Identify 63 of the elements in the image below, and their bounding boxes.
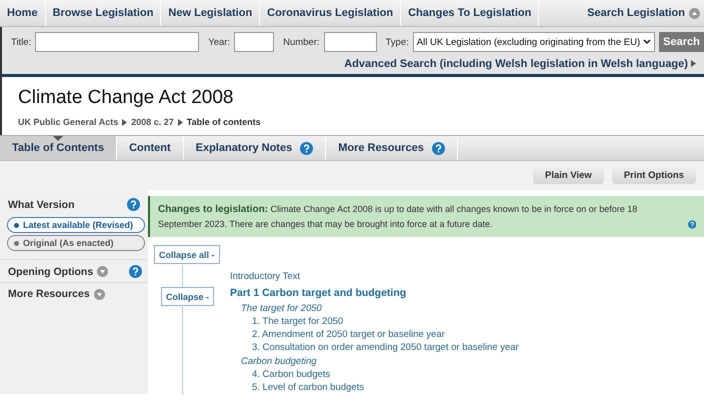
section-link[interactable]: 5. Level of carbon budgets [252, 381, 519, 394]
collapse-all-button[interactable]: Collapse all - [154, 245, 220, 264]
type-dropdown[interactable]: All UK Legislation (excluding originating from the EU) [412, 32, 656, 52]
breadcrumb-link[interactable]: 2008 c. 27 [131, 117, 174, 127]
field-label: Title: [11, 36, 32, 48]
section-link[interactable]: 3. Consultation on order amending 2050 target or baseline year [252, 341, 519, 354]
nav-link[interactable]: New Legislation [161, 0, 260, 26]
advanced-search-link[interactable]: Advanced Search (including Welsh legislation in Welsh language) [6, 58, 696, 70]
bullet-icon [14, 222, 19, 228]
field-label: Year: [208, 36, 230, 48]
nav-link[interactable]: Changes To Legislation [401, 0, 540, 26]
field-label: Type: [386, 36, 409, 48]
arrow-icon [691, 60, 696, 67]
toolbar-button[interactable]: Print Options [612, 167, 696, 184]
version-label: Original (As enacted) [23, 238, 114, 248]
section-link[interactable]: 2. Amendment of 2050 target or baseline year [252, 328, 519, 341]
tab-label: Table of Contents [12, 142, 104, 154]
arrow-icon [178, 118, 183, 126]
section-label: More Resources [8, 288, 90, 300]
section-link[interactable]: 1. The target for 2050 [252, 315, 519, 328]
page-title: Climate Change Act 2008 [18, 87, 234, 109]
caret-icon [94, 288, 105, 300]
banner-text: Changes to legislation: Climate Change Act 2008 is up to date with all changes known to be in force on or before 18 September 2023. There are changes that may be brought into force at a future date. [158, 203, 638, 231]
toolbar-button[interactable]: Plain View [533, 167, 604, 184]
tab[interactable]: Table of Contents [0, 136, 118, 160]
crossheading-link[interactable]: The target for 2050 [241, 303, 519, 314]
help-icon[interactable] [300, 142, 314, 154]
part-heading-link[interactable]: Part 1 Carbon target and budgeting [230, 287, 519, 299]
caret-icon [97, 266, 108, 277]
help-icon[interactable] [129, 265, 142, 278]
help-icon[interactable] [688, 218, 696, 231]
input-field[interactable] [324, 32, 377, 52]
breadcrumb-link[interactable]: UK Public General Acts [18, 117, 118, 127]
bullet-icon [14, 240, 19, 246]
help-icon[interactable] [127, 198, 140, 211]
version-option[interactable]: Original (As enacted) [7, 235, 145, 251]
section-link[interactable]: 4. Carbon budgets [252, 368, 519, 381]
contents-link[interactable]: Introductory Text [230, 271, 519, 282]
field-label: Number: [283, 36, 320, 48]
sidebar-heading: What Version [8, 198, 75, 210]
tab-label: More Resources [338, 142, 424, 154]
caret-icon [689, 8, 700, 18]
sidebar-section-link[interactable]: More Resources [8, 288, 105, 300]
nav-link[interactable]: Browse Legislation [46, 0, 162, 26]
tab[interactable]: More Resources [326, 136, 458, 160]
tab-label: Content [129, 142, 171, 154]
nav-link[interactable]: Home [0, 0, 46, 26]
version-label: Latest available (Revised) [23, 220, 134, 230]
version-option[interactable]: Latest available (Revised) [7, 217, 145, 233]
arrow-icon [122, 118, 128, 126]
chevron-icon [643, 39, 652, 45]
help-icon[interactable] [432, 142, 445, 154]
search-legislation-link[interactable]: Search Legislation [581, 0, 704, 26]
search-button[interactable]: Search [659, 32, 704, 52]
nav-link[interactable]: Coronavirus Legislation [260, 0, 402, 26]
tab-label: Explanatory Notes [196, 142, 292, 154]
tab[interactable]: Content [117, 136, 184, 160]
crossheading-link[interactable]: Carbon budgeting [241, 356, 519, 367]
collapse-button[interactable]: Collapse - [161, 287, 214, 306]
input-field[interactable] [234, 32, 274, 52]
tab[interactable]: Explanatory Notes [184, 136, 326, 160]
input-field[interactable] [35, 32, 200, 52]
breadcrumb-current: Table of contents [186, 117, 261, 127]
